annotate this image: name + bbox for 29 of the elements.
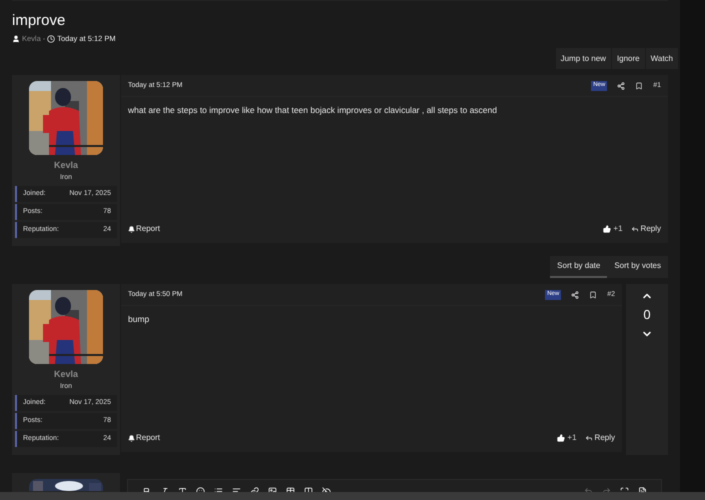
- reply-button[interactable]: Reply: [584, 432, 615, 444]
- report-link[interactable]: Report: [128, 223, 160, 236]
- bookmark-icon[interactable]: [589, 290, 598, 299]
- thread-action-button[interactable]: Jump to new: [556, 48, 611, 70]
- sort-tab[interactable]: Sort by date: [550, 256, 608, 278]
- thumbs-up-icon: [557, 434, 566, 442]
- bookmark-icon[interactable]: [635, 82, 644, 90]
- vote-score: 0: [643, 306, 651, 324]
- reply-button[interactable]: Reply: [630, 223, 661, 236]
- user-icon: [12, 34, 20, 43]
- username[interactable]: Kevla: [54, 159, 78, 173]
- reply-icon: [630, 225, 639, 234]
- like-button[interactable]: +1: [603, 223, 623, 236]
- sort-tab[interactable]: Sort by votes: [607, 256, 668, 278]
- share-icon[interactable]: [571, 290, 580, 299]
- bell-icon: [128, 226, 135, 233]
- reply-icon: [584, 434, 593, 442]
- thread-action-button[interactable]: Ignore: [610, 48, 645, 70]
- post-message: what are the steps to improve like how that teen bojack improves or clavicular , all steps to ascend: [127, 104, 498, 118]
- report-link[interactable]: Report: [128, 432, 160, 444]
- post-message: bump: [127, 313, 150, 326]
- bell-icon: [128, 434, 135, 442]
- clock-icon: [47, 34, 56, 43]
- thread-title: improve: [12, 13, 66, 28]
- thumbs-up-icon: [603, 225, 612, 234]
- username[interactable]: Kevla: [54, 368, 78, 382]
- share-icon[interactable]: [617, 82, 626, 90]
- like-button[interactable]: +1: [557, 432, 577, 444]
- thread-action-button[interactable]: Watch: [644, 48, 678, 70]
